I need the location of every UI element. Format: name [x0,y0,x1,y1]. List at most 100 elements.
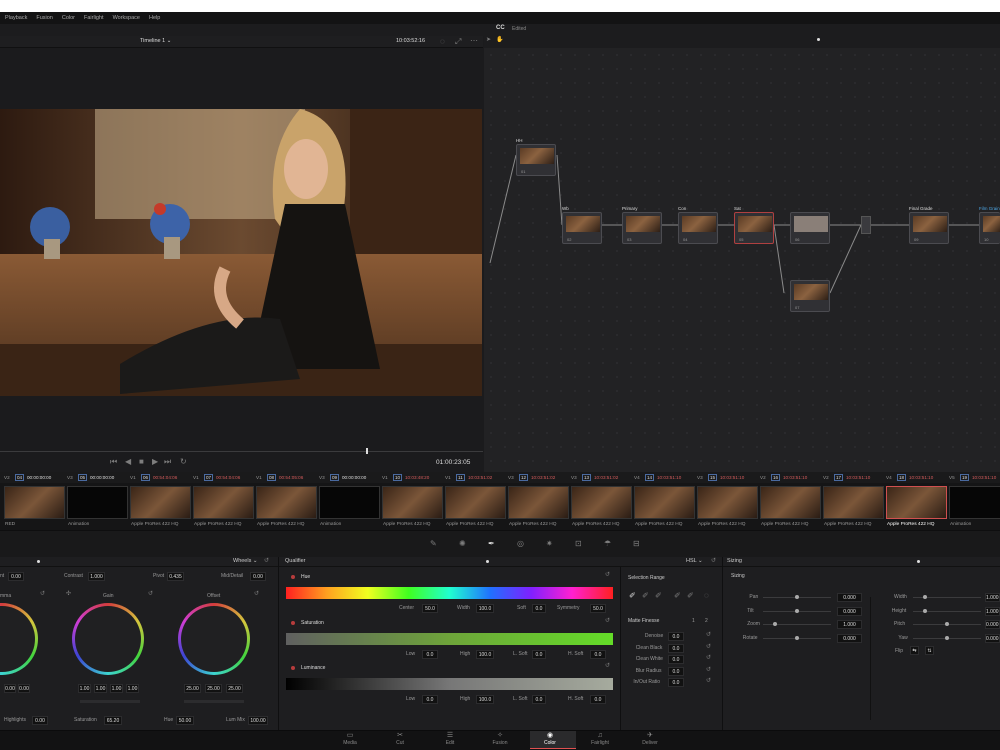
offset-value[interactable]: 25.00 [205,684,222,693]
slider-knob[interactable] [945,635,949,640]
jump-end-icon[interactable]: ⏭ [164,457,171,467]
matte-tab-1[interactable]: 1 [692,618,695,624]
gain-value[interactable]: 1.00 [110,684,123,693]
clip-thumbnail[interactable] [571,486,632,519]
node-06[interactable]: 06 [790,212,830,244]
center-value[interactable]: 50.0 [422,604,438,613]
reset-icon[interactable]: ↺ [605,662,610,669]
gamma-wheel[interactable] [0,603,38,675]
menu-fairlight[interactable]: Fairlight [84,15,104,21]
gain-value[interactable]: 1.00 [94,684,107,693]
clip-number[interactable]: 14 [645,474,655,481]
sizing-param-slider[interactable] [913,635,981,640]
page-dot[interactable] [917,560,920,563]
matte-param-value[interactable]: 0.0 [668,678,684,687]
clip-thumbnail[interactable] [445,486,506,519]
magic-mask-icon[interactable]: ⊡ [575,539,582,548]
nav-color[interactable]: ◉ Color [530,731,570,746]
stop-icon[interactable]: ■ [139,457,144,466]
node-05[interactable]: Sat 05 [734,206,774,244]
soft-value[interactable]: 0.0 [532,604,546,613]
gain-value[interactable]: 1.00 [126,684,139,693]
gain-master-slider[interactable] [80,700,140,703]
sizing-param-slider[interactable] [763,595,831,599]
picker-icon[interactable]: ✐ [629,591,636,600]
page-dot[interactable] [817,38,820,41]
clip-number[interactable]: 08 [267,474,277,481]
clip-thumbnail[interactable] [319,486,380,519]
sizing-param-value[interactable]: 0.000 [837,593,862,602]
offset-master-slider[interactable] [184,700,244,703]
clip-number[interactable]: 13 [582,474,592,481]
menu-color[interactable]: Color [62,15,75,21]
clip-number[interactable]: 06 [141,474,151,481]
menu-playback[interactable]: Playback [5,15,27,21]
hue-value[interactable]: 50.00 [176,716,194,725]
qualifier-mode-dropdown[interactable]: HSL ⌄ [686,558,703,564]
clip-thumbnail[interactable] [823,486,884,519]
clip-thumbnail[interactable] [382,486,443,519]
reset-icon[interactable]: ↺ [264,557,269,564]
menu-workspace[interactable]: Workspace [113,15,140,21]
clip-number[interactable]: 10 [393,474,403,481]
color-warper-icon[interactable]: ✺ [459,539,466,548]
picker-minus-icon[interactable]: ✐ [642,591,649,600]
node-01[interactable]: HH 01 [516,138,556,176]
lum-mix-value[interactable]: 100.00 [248,716,268,725]
slider-knob[interactable] [923,595,927,599]
saturation-qualifier-bar[interactable] [286,633,613,645]
sizing-param-slider[interactable] [763,608,831,613]
play-icon[interactable]: ▶ [152,457,158,466]
slider-knob[interactable] [773,622,777,626]
feather-minus-icon[interactable]: ✐ [674,591,681,600]
reset-icon[interactable]: ↺ [706,631,711,638]
reset-icon[interactable]: ↺ [605,617,610,624]
matte-param-value[interactable]: 0.0 [668,643,684,653]
high-value[interactable]: 100.0 [476,695,494,704]
nav-edit[interactable]: ☰ Edit [430,731,470,746]
nav-fairlight[interactable]: ♫ Fairlight [580,731,620,746]
sizing-param-value[interactable]: 0.000 [985,633,1000,643]
clip-thumbnail[interactable] [886,486,947,519]
low-value[interactable]: 0.0 [422,650,438,659]
clip-number[interactable]: 19 [960,474,970,481]
reset-icon[interactable]: ↺ [711,557,716,564]
key-icon[interactable]: ⊟ [633,539,640,548]
eyedropper-icon[interactable]: ✣ [66,590,71,597]
high-value[interactable]: 100.0 [476,650,494,659]
width-value[interactable]: 100.0 [476,604,494,613]
clip-number[interactable]: 04 [15,474,25,481]
luminance-qualifier-bar[interactable] [286,678,613,690]
clip-number[interactable]: 07 [204,474,214,481]
page-dot[interactable] [486,560,489,563]
speech-bubble-icon[interactable]: ◌ [440,37,445,46]
node-graph[interactable]: HH 01 Wb 02 Primary 03 Con 04 Sat 05 06 07 Fi… [484,48,1000,472]
hsoft-value[interactable]: 0.0 [590,650,606,659]
offset-wheel[interactable] [178,603,250,675]
saturation-value[interactable]: 65.20 [104,716,122,725]
blur-icon[interactable]: ☂ [604,539,611,548]
symmetry-value[interactable]: 50.0 [590,604,606,613]
nav-cut[interactable]: ✂ Cut [380,731,420,746]
invert-icon[interactable]: ◌ [704,591,709,600]
wheels-mode-dropdown[interactable]: Wheels ⌄ [233,558,257,564]
clip-number[interactable]: 11 [456,474,465,481]
hsoft-value[interactable]: 0.0 [590,695,606,704]
slider-knob[interactable] [795,608,799,613]
matte-param-value[interactable]: 0.0 [668,666,684,676]
gain-value[interactable]: 1.00 [78,684,91,693]
scrub-bar[interactable] [0,448,483,454]
reset-icon[interactable]: ↺ [706,666,711,673]
sizing-param-slider[interactable] [913,608,981,613]
clip-thumbnail[interactable] [949,486,1000,519]
sizing-param-value[interactable]: 0.000 [985,620,1000,629]
menu-help[interactable]: Help [149,15,160,21]
clip-thumbnail[interactable] [508,486,569,519]
contrast-value[interactable]: 1.000 [88,572,105,581]
timeline-name[interactable]: Timeline 1 ⌄ [140,38,171,44]
nav-deliver[interactable]: ✈ Deliver [630,731,670,746]
clip-number[interactable]: 12 [519,474,529,481]
slider-knob[interactable] [795,595,799,599]
nav-fusion[interactable]: ✧ Fusion [480,731,520,746]
clip-thumbnail[interactable] [634,486,695,519]
